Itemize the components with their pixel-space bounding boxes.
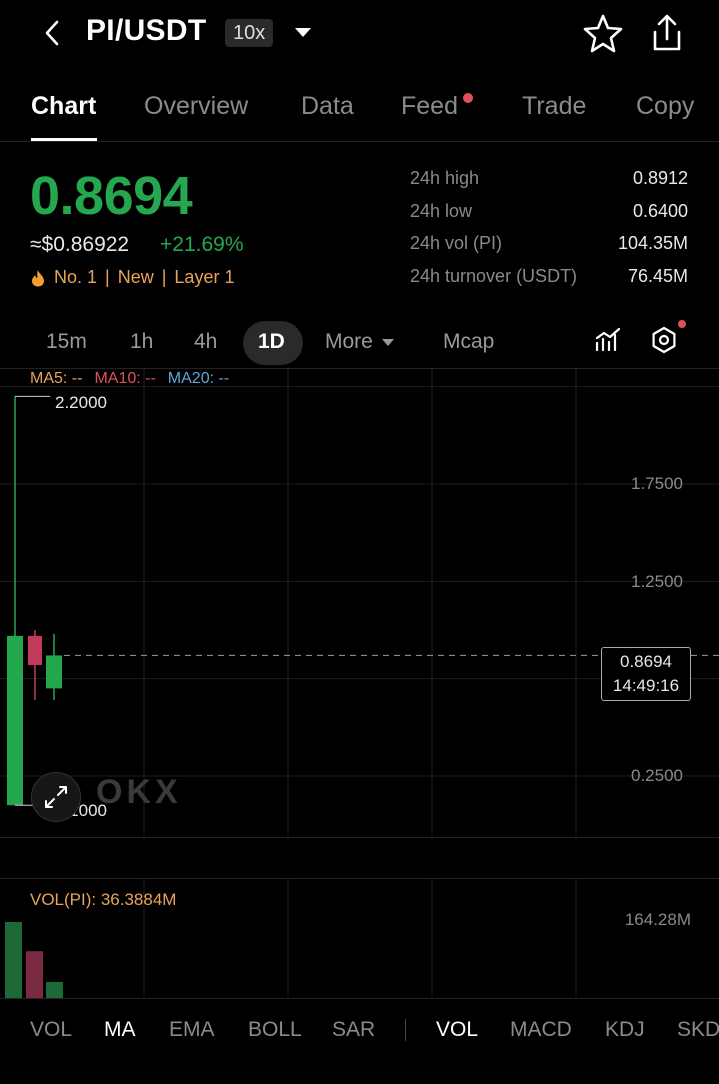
ma5-label: MA5: --: [30, 370, 83, 387]
indicator-ma[interactable]: MA: [104, 1018, 136, 1042]
interval-4h[interactable]: 4h: [194, 330, 217, 354]
indicator-sar[interactable]: SAR: [332, 1018, 375, 1042]
stat-value: 0.8912: [632, 168, 688, 188]
okx-watermark: OKX: [96, 773, 182, 811]
interval-more[interactable]: More: [325, 330, 395, 354]
indicators-button[interactable]: [594, 326, 622, 354]
fiat-price: ≈$0.86922: [30, 233, 130, 256]
stat-row: 24h turnover (USDT) 76.45M: [410, 266, 688, 299]
active-tab-indicator: [31, 138, 97, 141]
volume-bar: [46, 981, 63, 999]
tab-copy[interactable]: Copy: [636, 92, 694, 121]
interval-15m[interactable]: 15m: [46, 330, 87, 354]
stat-value: 76.45M: [627, 265, 688, 286]
ma10-label: MA10: --: [94, 370, 156, 387]
current-price-label: 0.8694: [620, 652, 672, 671]
stats-panel: 24h high 0.8912 24h low 0.6400 24h vol (PI…: [410, 168, 688, 298]
interval-1h[interactable]: 1h: [130, 330, 153, 354]
caret-down-icon: [381, 339, 394, 346]
tag-layer[interactable]: Layer 1: [174, 267, 234, 288]
interval-more-label: More: [325, 330, 373, 353]
indicator-vol-main[interactable]: VOL: [30, 1018, 72, 1042]
indicator-vol-sub[interactable]: VOL: [436, 1018, 478, 1042]
fire-icon: [32, 269, 44, 286]
pair-title[interactable]: PI/USDT: [86, 14, 206, 48]
ma20-label: MA20: --: [167, 370, 230, 387]
chevron-left-icon: [45, 20, 59, 46]
tab-trade[interactable]: Trade: [522, 92, 586, 121]
stat-label: 24h low: [410, 200, 473, 221]
star-icon: [583, 14, 623, 53]
ma-legend: MA5: -- MA10: -- MA20: --: [30, 370, 229, 388]
tag-new[interactable]: New: [118, 267, 154, 288]
stat-row: 24h low 0.6400: [410, 201, 688, 234]
caret-down-icon: [295, 28, 311, 37]
volume-bar: [26, 951, 43, 999]
candlestick-chart[interactable]: OKX: [0, 368, 719, 839]
candle-body: [28, 635, 42, 666]
indicator-ema[interactable]: EMA: [169, 1018, 215, 1042]
interval-mcap[interactable]: Mcap: [443, 330, 494, 354]
change-percent: +21.69%: [160, 233, 244, 256]
volume-label: VOL(PI): 36.3884M: [30, 890, 177, 909]
indicator-divider: [405, 1019, 406, 1041]
interval-1d[interactable]: 1D: [258, 330, 285, 354]
stat-label: 24h vol (PI): [410, 233, 503, 254]
expand-icon: [45, 786, 67, 808]
stat-row: 24h vol (PI) 104.35M: [410, 233, 688, 266]
share-icon: [653, 14, 681, 51]
y-tick-label: 1.2500: [631, 572, 683, 591]
y-tick-label: 0.2500: [631, 766, 683, 785]
last-price: 0.8694: [30, 166, 193, 226]
settings-hexagon-icon: [652, 326, 676, 354]
tab-overview[interactable]: Overview: [144, 92, 248, 121]
indicator-boll[interactable]: BOLL: [248, 1018, 302, 1042]
leverage-badge: 10x: [225, 19, 274, 47]
tab-data[interactable]: Data: [301, 92, 354, 121]
chart-settings-button[interactable]: [650, 326, 678, 354]
back-button[interactable]: [38, 18, 68, 48]
top-bar: PI/USDT 10x: [0, 0, 719, 68]
rank-label[interactable]: No. 1: [54, 267, 97, 288]
high-marker-label: 2.2000: [55, 393, 107, 412]
y-tick-label: 1.7500: [631, 474, 683, 493]
tab-chart[interactable]: Chart: [31, 92, 96, 121]
indicator-macd[interactable]: MACD: [510, 1018, 572, 1042]
tab-feed[interactable]: Feed: [401, 92, 458, 121]
rank-tags: No. 1 | New | Layer 1: [30, 267, 234, 288]
tag-separator: |: [161, 267, 167, 287]
volume-max-label: 164.28M: [624, 910, 691, 929]
indicator-skd[interactable]: SKD: [677, 1018, 719, 1042]
settings-notification-dot: [678, 320, 686, 328]
indicator-kdj[interactable]: KDJ: [605, 1018, 645, 1042]
stat-label: 24h high: [410, 168, 480, 188]
current-price-box[interactable]: 0.8694 14:49:16: [601, 647, 691, 701]
stat-value: 104.35M: [617, 233, 688, 254]
candle-countdown: 14:49:16: [612, 676, 680, 695]
chart-indicator-icon: [595, 327, 621, 352]
volume-bar: [5, 922, 22, 999]
stat-row: 24h high 0.8912: [410, 168, 688, 201]
main-tabs: Chart Overview Data Feed Trade Copy: [0, 78, 719, 142]
stat-value: 0.6400: [632, 200, 688, 221]
tag-separator: |: [105, 267, 110, 287]
favorite-button[interactable]: [582, 12, 624, 54]
share-button[interactable]: [646, 12, 688, 54]
feed-notification-dot: [463, 93, 473, 103]
indicator-bar: VOL MA EMA BOLL SAR VOL MACD KDJ SKD: [0, 998, 719, 1084]
candle-body: [7, 635, 23, 806]
candle-body: [46, 655, 62, 689]
fullscreen-button[interactable]: [31, 772, 81, 822]
candlestick-svg: OKX: [0, 369, 719, 839]
stat-label: 24h turnover (USDT): [410, 265, 578, 286]
pair-dropdown-button[interactable]: [292, 24, 314, 42]
